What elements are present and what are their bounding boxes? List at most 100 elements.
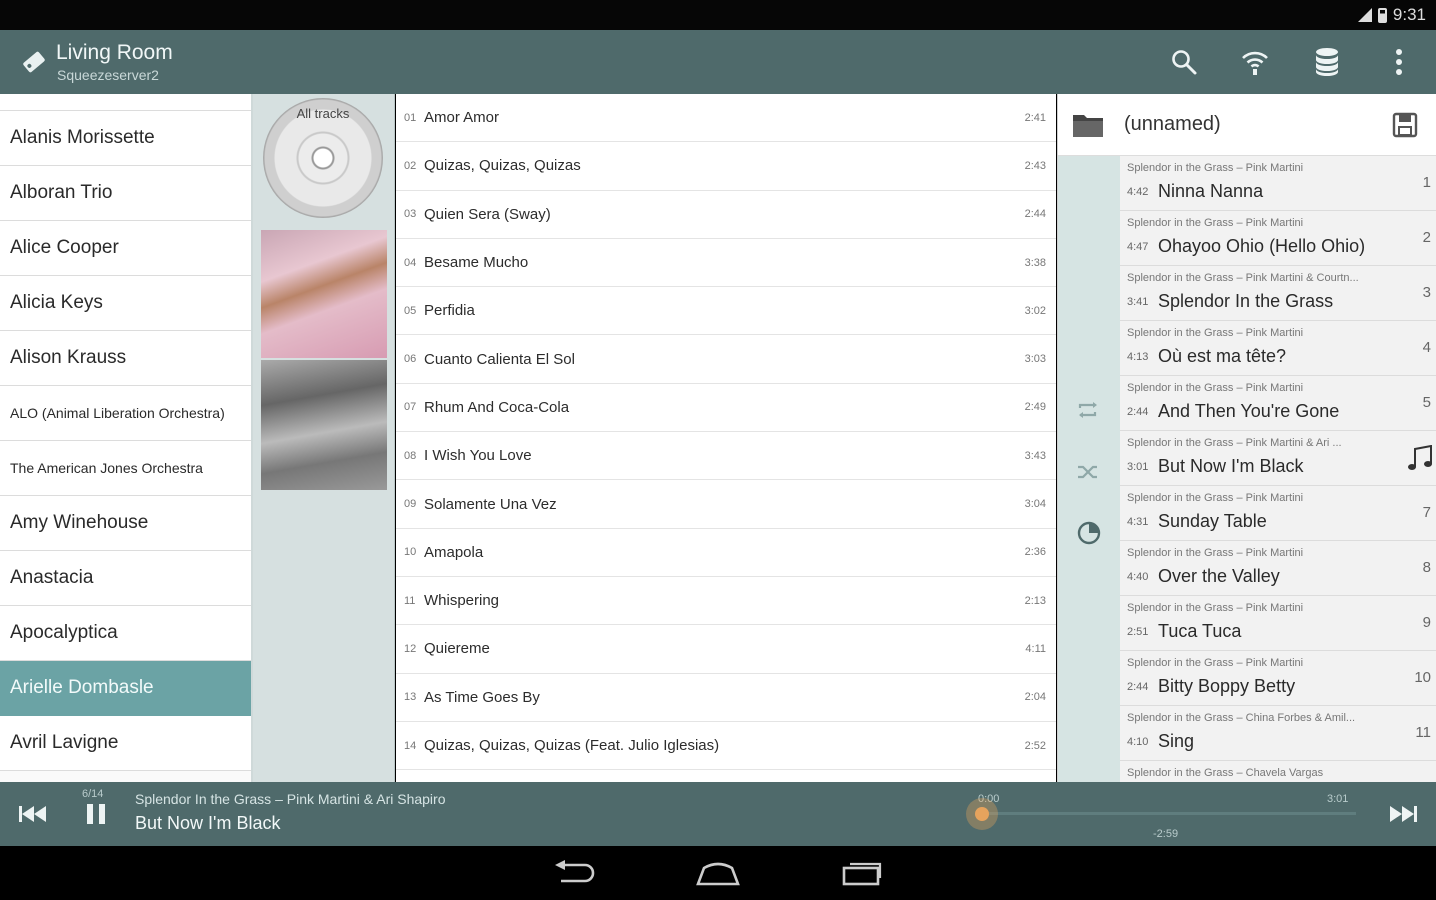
queue-item[interactable]: Splendor in the Grass – Pink Martini 2:44… — [1120, 376, 1436, 431]
track-title: Perfidia — [424, 302, 475, 320]
queue-item-index: 11 — [1415, 724, 1431, 741]
play-queue[interactable]: (unnamed) Splendor in the Grass – Pink M… — [1057, 94, 1436, 782]
track-row[interactable]: 06 Cuanto Calienta El Sol 3:03 — [396, 335, 1056, 384]
track-title: Quizas, Quizas, Quizas (Feat. Julio Igle… — [424, 737, 720, 754]
artist-item-selected[interactable]: Arielle Dombasle — [0, 661, 251, 716]
track-row[interactable]: 02 Quizas, Quizas, Quizas 2:43 — [396, 142, 1056, 191]
track-title: Quiereme — [424, 640, 490, 658]
queue-item-index: 9 — [1422, 614, 1431, 631]
queue-item[interactable]: Splendor in the Grass – Pink Martini & C… — [1120, 266, 1436, 321]
queue-item-album: Splendor in the Grass – Pink Martini — [1127, 657, 1304, 669]
seek-bar[interactable] — [982, 812, 1356, 815]
track-row[interactable]: 05 Perfidia 3:02 — [396, 287, 1056, 336]
track-row[interactable]: 10 Amapola 2:36 — [396, 529, 1056, 577]
status-bar: 9:31 — [0, 0, 1436, 30]
sleep-timer-icon[interactable] — [1076, 520, 1102, 546]
track-number: 10 — [404, 546, 417, 559]
queue-item-title: Ohayoo Ohio (Hello Ohio) — [1158, 236, 1366, 256]
artist-item[interactable]: Anastacia — [0, 551, 251, 606]
track-duration: 3:02 — [1024, 304, 1046, 317]
track-duration: 3:38 — [1024, 256, 1046, 269]
artist-item[interactable]: Avril Lavigne — [0, 716, 251, 771]
queue-item[interactable]: Splendor in the Grass – Pink Martini 4:13… — [1120, 321, 1436, 376]
queue-item-album: Splendor in the Grass – Pink Martini — [1127, 162, 1304, 174]
repeat-icon[interactable] — [1076, 400, 1100, 420]
library-button[interactable] — [1309, 44, 1345, 80]
track-row[interactable]: 12 Quiereme 4:11 — [396, 625, 1056, 674]
artist-list[interactable]: Alanis Morissette Alboran Trio Alice Coo… — [0, 94, 253, 782]
search-button[interactable] — [1166, 44, 1202, 80]
album-cover[interactable] — [261, 230, 387, 358]
track-number: 05 — [404, 304, 417, 317]
queue-item-album: Splendor in the Grass – China Forbes & A… — [1127, 712, 1356, 724]
track-duration: 2:49 — [1024, 401, 1046, 414]
album-cover[interactable] — [261, 360, 387, 490]
queue-item[interactable]: Splendor in the Grass – Pink Martini & A… — [1120, 431, 1436, 486]
search-icon — [1172, 50, 1197, 75]
track-number: 04 — [404, 256, 417, 269]
queue-item-duration: 3:41 — [1127, 296, 1149, 308]
track-duration: 3:04 — [1024, 498, 1046, 511]
queue-item[interactable]: Splendor in the Grass – Chavela Vargas — [1120, 761, 1436, 782]
album-list[interactable]: All tracks — [253, 94, 395, 782]
status-time: 9:31 — [1392, 5, 1426, 24]
queue-item-album: Splendor in the Grass – Pink Martini — [1127, 492, 1304, 504]
track-row[interactable]: 09 Solamente Una Vez 3:04 — [396, 480, 1056, 529]
artist-item[interactable]: Alicia Keys — [0, 276, 251, 331]
queue-item-index: 7 — [1422, 504, 1431, 521]
artist-item[interactable]: The American Jones Orchestra — [0, 441, 251, 496]
save-icon[interactable] — [1392, 112, 1418, 138]
previous-track-icon[interactable] — [18, 804, 48, 824]
queue-item-title: Bitty Boppy Betty — [1158, 676, 1296, 696]
queue-item[interactable]: Splendor in the Grass – Pink Martini 2:51… — [1120, 596, 1436, 651]
track-row[interactable]: 08 I Wish You Love 3:43 — [396, 432, 1056, 481]
track-row[interactable]: 03 Quien Sera (Sway) 2:44 — [396, 191, 1056, 239]
track-row[interactable]: 01 Amor Amor 2:41 — [396, 94, 1056, 143]
all-tracks-item[interactable]: All tracks — [263, 98, 383, 218]
database-icon — [1316, 48, 1338, 76]
signal-icon — [1357, 8, 1372, 22]
seek-bar-thumb[interactable] — [966, 798, 998, 830]
shuffle-icon[interactable] — [1076, 462, 1100, 482]
queue-item-title: But Now I'm Black — [1158, 456, 1304, 476]
recent-apps-icon[interactable] — [840, 860, 884, 886]
pause-icon[interactable] — [84, 802, 108, 826]
artist-item[interactable]: Alanis Morissette — [0, 111, 251, 166]
back-icon[interactable] — [553, 860, 597, 886]
home-icon[interactable] — [696, 860, 740, 886]
queue-item-title: Splendor In the Grass — [1158, 291, 1334, 311]
app-logo-icon[interactable] — [18, 46, 50, 78]
track-duration: 2:43 — [1024, 159, 1046, 172]
queue-item[interactable]: Splendor in the Grass – Pink Martini 4:31… — [1120, 486, 1436, 541]
track-row[interactable]: 13 As Time Goes By 2:04 — [396, 674, 1056, 722]
track-row[interactable]: 04 Besame Mucho 3:38 — [396, 239, 1056, 288]
player-name[interactable]: Living Room — [56, 41, 173, 65]
queue-item[interactable]: Splendor in the Grass – Pink Martini 2:44… — [1120, 651, 1436, 706]
track-list[interactable]: 01 Amor Amor 2:41 02 Quizas, Quizas, Quizas 2… — [396, 94, 1056, 782]
artist-item[interactable]: Alison Krauss — [0, 331, 251, 386]
queue-item-index: 1 — [1422, 174, 1431, 191]
artist-item[interactable]: Amy Winehouse — [0, 496, 251, 551]
artist-item[interactable]: Apocalyptica — [0, 606, 251, 661]
artist-item[interactable]: Alice Cooper — [0, 221, 251, 276]
track-number: 13 — [404, 691, 417, 704]
playlist-header: (unnamed) — [1058, 94, 1436, 156]
queue-item[interactable]: Splendor in the Grass – Pink Martini 4:40… — [1120, 541, 1436, 596]
remaining-time: -2:59 — [1153, 828, 1179, 840]
artist-item[interactable]: Alboran Trio — [0, 166, 251, 221]
track-row[interactable]: 07 Rhum And Coca-Cola 2:49 — [396, 384, 1056, 433]
artist-item[interactable]: ALO (Animal Liberation Orchestra) — [0, 386, 251, 441]
next-track-icon[interactable] — [1388, 804, 1418, 824]
folder-icon[interactable] — [1072, 112, 1104, 138]
more-vert-icon — [1396, 49, 1402, 75]
queue-item-duration: 4:47 — [1127, 241, 1149, 253]
track-row[interactable]: 14 Quizas, Quizas, Quizas (Feat. Julio Ig… — [396, 722, 1056, 771]
queue-item-title: And Then You're Gone — [1158, 401, 1340, 421]
track-row[interactable]: 11 Whispering 2:13 — [396, 577, 1056, 626]
queue-item[interactable]: Splendor in the Grass – Pink Martini 4:42… — [1120, 156, 1436, 211]
queue-item[interactable]: Splendor in the Grass – Pink Martini 4:47… — [1120, 211, 1436, 266]
now-playing-album: Splendor In the Grass – Pink Martini & A… — [135, 791, 446, 807]
queue-item[interactable]: Splendor in the Grass – China Forbes & A… — [1120, 706, 1436, 761]
overflow-menu-button[interactable] — [1381, 44, 1417, 80]
wifi-button[interactable] — [1237, 44, 1273, 80]
